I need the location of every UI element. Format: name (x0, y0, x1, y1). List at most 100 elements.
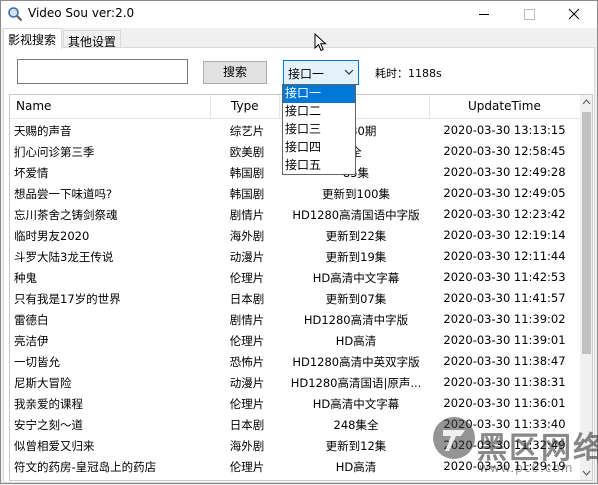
cell-update-time: 2020-03-30 11:32:49 (443, 438, 566, 452)
vertical-scrollbar[interactable] (580, 95, 592, 480)
cell-type: 剧情片 (229, 208, 265, 222)
cell-name: 一切皆允 (14, 355, 60, 369)
cell-update: HD1280高清国语|原声... (290, 376, 422, 390)
table-row[interactable]: 种鬼 伦理片 HD高清中文字幕 2020-03-30 11:42:53 (10, 267, 580, 288)
cell-name: 种鬼 (14, 271, 37, 285)
cell-update-time: 2020-03-30 11:36:01 (443, 396, 566, 410)
cell-name: 忘川茶舍之铸剑祭魂 (14, 208, 118, 222)
api-select[interactable]: 接口一 (283, 60, 359, 85)
table-row[interactable]: 只有我是17岁的世界 日本剧 更新到07集 2020-03-30 11:41:57 (10, 288, 580, 309)
cell-type: 动漫片 (229, 376, 265, 390)
cell-update: 更新到07集 (325, 292, 387, 306)
column-header-updatetime[interactable]: UpdateTime (468, 99, 541, 113)
scroll-down-icon[interactable] (582, 470, 591, 476)
cell-type: 综艺片 (229, 124, 265, 138)
chevron-down-icon (344, 69, 354, 75)
tab-other-settings[interactable]: 其他设置 (63, 30, 121, 49)
maximize-icon (524, 9, 535, 20)
cell-update: HD高清中文字幕 (312, 397, 400, 411)
cell-type: 伦理片 (229, 271, 265, 285)
search-button[interactable]: 搜索 (203, 61, 267, 84)
table-row[interactable]: 尼斯大冒险 动漫片 HD1280高清国语|原声... 2020-03-30 11:38… (10, 372, 580, 393)
cell-name: 尼斯大冒险 (14, 376, 72, 390)
cell-name: 天赐的声音 (14, 124, 72, 138)
cell-update-time: 2020-03-30 12:49:28 (443, 165, 566, 179)
api-option[interactable]: 接口一 (283, 85, 355, 103)
table-row[interactable]: 安宁之刻～道 日本剧 248集全 2020-03-30 11:33:40 (10, 414, 580, 435)
cell-update: 更新到12集 (325, 439, 387, 453)
cell-update-time: 2020-03-30 11:41:57 (443, 291, 566, 305)
cell-name: 安宁之刻～道 (14, 418, 83, 432)
search-input[interactable] (17, 59, 188, 84)
table-row[interactable]: 符文的药房-皇冠岛上的药店 伦理片 HD高清 2020-03-30 11:29:19 (10, 456, 580, 477)
elapsed-time: 耗时：1188s (375, 67, 442, 80)
close-icon (568, 8, 580, 20)
cell-type: 剧情片 (229, 313, 265, 327)
cell-update-time: 2020-03-30 11:29:19 (443, 459, 566, 473)
cell-update-time: 2020-03-30 12:58:45 (443, 144, 566, 158)
cell-update-time: 2020-03-30 11:39:02 (443, 312, 566, 326)
table-row[interactable]: 雷德白 剧情片 HD1280高清中字版 2020-03-30 11:39:02 (10, 309, 580, 330)
cell-name: 斗罗大陆3龙王传说 (14, 250, 114, 264)
cell-update: 更新到100集 (322, 187, 390, 201)
search-icon (8, 7, 23, 22)
table-row[interactable]: 亮洁伊 伦理片 HD高清 2020-03-30 11:39:01 (10, 330, 580, 351)
cell-name: 想品尝一下味道吗? (14, 187, 113, 201)
cell-type: 动漫片 (229, 250, 265, 264)
api-option[interactable]: 接口三 (283, 121, 355, 139)
column-divider[interactable] (279, 95, 280, 119)
cell-update-time: 2020-03-30 11:38:47 (443, 354, 566, 368)
window-title: Video Sou ver:2.0 (28, 6, 135, 20)
cell-name: 似曾相爱又归来 (14, 439, 95, 453)
api-select-dropdown: 接口一 接口二 接口三 接口四 接口五 (282, 84, 356, 175)
column-divider[interactable] (429, 95, 430, 119)
cell-update: HD1280高清中字版 (303, 313, 409, 327)
cell-update-time: 2020-03-30 12:23:42 (443, 207, 566, 221)
table-row[interactable]: 斗罗大陆3龙王传说 动漫片 更新到19集 2020-03-30 12:11:44 (10, 246, 580, 267)
cell-update-time: 2020-03-30 12:49:05 (443, 186, 566, 200)
api-option[interactable]: 接口四 (283, 139, 355, 157)
cell-name: 坏爱情 (14, 166, 49, 180)
cell-update: HD1280高清中英双字版 (292, 355, 420, 369)
maximize-button[interactable] (507, 1, 552, 28)
scrollbar-thumb[interactable] (582, 112, 591, 354)
cell-name: 扪心问诊第三季 (14, 145, 95, 159)
api-option[interactable]: 接口二 (283, 103, 355, 121)
cell-update: HD高清 (335, 334, 377, 348)
cell-update-time: 2020-03-30 12:11:44 (443, 249, 566, 263)
table-row[interactable]: 忘川茶舍之铸剑祭魂 剧情片 HD1280高清国语中字版 2020-03-30 12:2… (10, 204, 580, 225)
tab-video-search[interactable]: 影视搜索 (3, 28, 62, 49)
cell-update-time: 2020-03-30 11:38:31 (443, 375, 566, 389)
cell-type: 伦理片 (229, 334, 265, 348)
mouse-cursor-icon (314, 33, 327, 52)
minimize-icon (479, 14, 489, 15)
cell-update: HD1280高清国语中字版 (292, 208, 420, 222)
api-select-value: 接口一 (288, 67, 325, 81)
cell-name: 符文的药房-皇冠岛上的药店 (14, 460, 157, 474)
cell-update-time: 2020-03-30 11:42:53 (443, 270, 566, 284)
table-row[interactable]: 我亲爱的课程 伦理片 HD高清中文字幕 2020-03-30 11:36:01 (10, 393, 580, 414)
cell-type: 韩国剧 (229, 166, 265, 180)
close-button[interactable] (552, 1, 597, 28)
cell-name: 雷德白 (14, 313, 49, 327)
cell-type: 伦理片 (229, 397, 265, 411)
table-row[interactable]: 临时男友2020 海外剧 更新到22集 2020-03-30 12:19:14 (10, 225, 580, 246)
scroll-up-icon[interactable] (582, 99, 591, 105)
title-bar: Video Sou ver:2.0 (1, 1, 597, 28)
cell-update-time: 2020-03-30 13:13:15 (443, 123, 566, 137)
table-row[interactable]: 似曾相爱又归来 海外剧 更新到12集 2020-03-30 11:32:49 (10, 435, 580, 456)
column-divider[interactable] (210, 95, 211, 119)
table-row[interactable]: 想品尝一下味道吗? 韩国剧 更新到100集 2020-03-30 12:49:05 (10, 183, 580, 204)
table-row[interactable]: 一切皆允 恐怖片 HD1280高清中英双字版 2020-03-30 11:38:47 (10, 351, 580, 372)
minimize-button[interactable] (462, 1, 507, 28)
cell-type: 日本剧 (229, 292, 265, 306)
cell-update: HD高清中文字幕 (312, 271, 400, 285)
cell-name: 临时男友2020 (14, 229, 90, 243)
cell-update-time: 2020-03-30 11:39:01 (443, 333, 566, 347)
column-header-name[interactable]: Name (16, 99, 51, 113)
cell-name: 我亲爱的课程 (14, 397, 83, 411)
cell-update: 248集全 (333, 418, 379, 432)
api-option[interactable]: 接口五 (283, 157, 355, 175)
cell-type: 海外剧 (229, 439, 265, 453)
column-header-type[interactable]: Type (231, 99, 259, 113)
